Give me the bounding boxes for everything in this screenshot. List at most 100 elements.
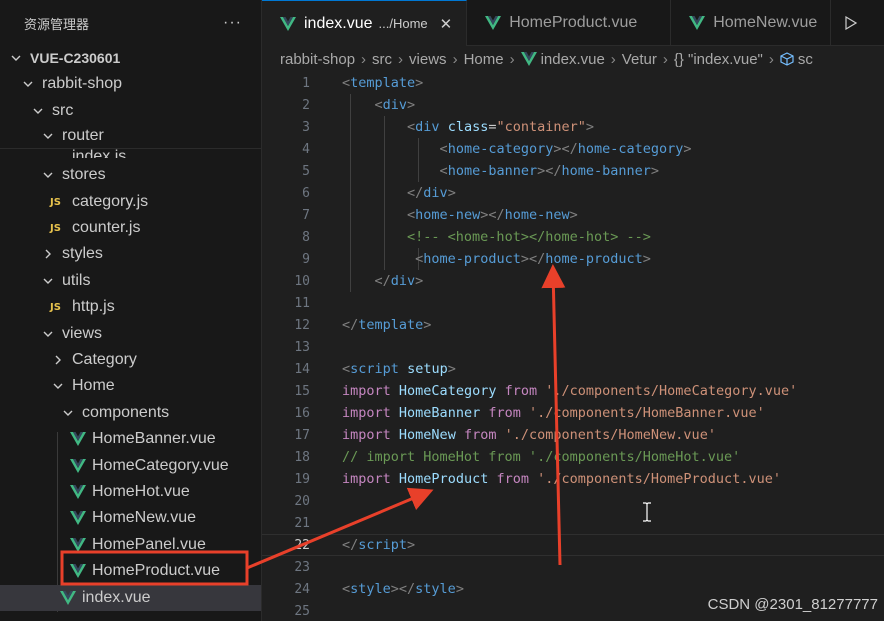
chevron-down-icon: [40, 326, 56, 342]
tree-item-folder[interactable]: components: [0, 400, 261, 426]
breadcrumb-item[interactable]: Vetur: [622, 51, 657, 68]
line-number: 10: [294, 273, 310, 289]
code-line: 7 <home-new></home-new>: [262, 204, 884, 226]
breadcrumb-item[interactable]: sc: [798, 51, 813, 68]
code-line: 16 import HomeBanner from './components/H…: [262, 402, 884, 424]
code-line: 23: [262, 556, 884, 578]
breadcrumb-item[interactable]: {} "index.vue": [674, 51, 763, 68]
code-line: 10 </div>: [262, 270, 884, 292]
breadcrumb: rabbit-shop › src › views › Home › index…: [262, 46, 884, 72]
line-number: 13: [294, 339, 310, 355]
editor-tabs: index.vue .../Home ✕ HomeProduct.vue Hom…: [262, 0, 884, 46]
tree-item-label: category.js: [72, 193, 149, 210]
tree-item-file[interactable]: HomeNew.vue: [0, 505, 261, 531]
tree-item-folder[interactable]: views: [0, 321, 261, 347]
code-line: 13: [262, 336, 884, 358]
code-line: 20: [262, 490, 884, 512]
tree-item-label: HomeProduct.vue: [92, 562, 221, 579]
tree-item-folder[interactable]: src: [0, 98, 261, 124]
tree-item-label: src: [52, 102, 74, 119]
code-line: 5 <home-banner></home-banner>: [262, 160, 884, 182]
run-icon[interactable]: [831, 0, 871, 46]
breadcrumb-item[interactable]: rabbit-shop: [280, 51, 355, 68]
code-line: 11: [262, 292, 884, 314]
line-number: 17: [294, 427, 310, 443]
chevron-down-icon: [40, 273, 56, 289]
breadcrumb-item[interactable]: Home: [464, 51, 504, 68]
code-text: import HomeNew from './components/HomeNe…: [342, 427, 716, 443]
tree-item-folder[interactable]: rabbit-shop: [0, 71, 261, 97]
code-text: // import HomeHot from './components/Hom…: [342, 449, 741, 465]
code-text: <home-category></home-category>: [439, 141, 692, 157]
chevron-right-icon: [50, 352, 66, 368]
code-text: <script setup>: [342, 361, 456, 377]
line-number: 7: [302, 207, 310, 223]
line-number: 2: [302, 97, 310, 113]
code-text: <div>: [374, 97, 416, 113]
tree-item-file[interactable]: index.js: [0, 149, 261, 158]
tab-index-vue[interactable]: index.vue .../Home ✕: [262, 0, 468, 46]
vue-file-icon: [520, 52, 537, 66]
tree-item-root[interactable]: VUE-C230601: [0, 45, 261, 71]
line-number: 14: [294, 361, 310, 377]
tree-item-file[interactable]: JS http.js: [0, 294, 261, 320]
code-line: 1 <template>: [262, 72, 884, 94]
tab-homenew-vue[interactable]: HomeNew.vue: [671, 0, 832, 46]
code-line: 4 <home-category></home-category>: [262, 138, 884, 160]
tree-item-file[interactable]: HomePanel.vue: [0, 532, 261, 558]
tree-item-label: index.vue: [82, 589, 151, 606]
code-text: </script>: [342, 537, 416, 553]
tab-homeproduct-vue[interactable]: HomeProduct.vue: [467, 0, 672, 46]
tab-label: index.vue: [304, 14, 373, 32]
code-text: <style></style>: [342, 581, 464, 597]
tree-item-folder[interactable]: stores: [0, 162, 261, 188]
line-number: 21: [294, 515, 310, 531]
line-number: 9: [302, 251, 310, 267]
tree-item-folder[interactable]: utils: [0, 268, 261, 294]
chevron-right-icon: ›: [509, 50, 515, 68]
code-editor[interactable]: 1 <template> 2 <div> 3 <div class="contai…: [262, 72, 884, 621]
tree-item-file[interactable]: JS counter.js: [0, 215, 261, 241]
chevron-down-icon: [8, 50, 24, 66]
more-actions-button[interactable]: ···: [223, 14, 242, 32]
tree-item-file-homeproduct[interactable]: HomeProduct.vue: [0, 558, 261, 584]
tab-label: HomeNew.vue: [713, 14, 818, 31]
tree-item-file[interactable]: HomeBanner.vue: [0, 426, 261, 452]
line-number: 1: [302, 75, 310, 91]
code-text: <home-banner></home-banner>: [439, 163, 660, 179]
tree-item-folder[interactable]: styles: [0, 241, 261, 267]
tree-item-label: Category: [72, 351, 137, 368]
code-line: 19 import HomeProduct from './components/…: [262, 468, 884, 490]
line-number: 23: [294, 559, 310, 575]
close-icon[interactable]: ✕: [440, 15, 453, 33]
code-line: 15 import HomeCategory from './components…: [262, 380, 884, 402]
tree-item-folder[interactable]: Category: [0, 347, 261, 373]
tree-item-folder[interactable]: router: [0, 124, 261, 148]
chevron-down-icon: [40, 167, 56, 183]
chevron-right-icon: ›: [768, 50, 774, 68]
vue-file-icon: [70, 432, 86, 446]
tree-item-label: Home: [72, 377, 115, 394]
tree-item-label: views: [62, 325, 103, 342]
code-line: 12 </template>: [262, 314, 884, 336]
code-line: 8 <!-- <home-hot></home-hot> -->: [262, 226, 884, 248]
tree-item-file[interactable]: HomeHot.vue: [0, 479, 261, 505]
breadcrumb-item[interactable]: src: [372, 51, 392, 68]
breadcrumb-item[interactable]: views: [409, 51, 447, 68]
vue-file-icon: [280, 16, 296, 31]
breadcrumb-item[interactable]: index.vue: [541, 51, 605, 68]
tree-item-file[interactable]: JS category.js: [0, 189, 261, 215]
tree-item-label: VUE-C230601: [30, 50, 121, 66]
line-number: 8: [302, 229, 310, 245]
tree-item-label: rabbit-shop: [42, 75, 123, 92]
code-text: <div class="container">: [407, 119, 595, 135]
tree-item-label: stores: [62, 166, 106, 183]
tree-item-file-selected[interactable]: index.vue: [0, 585, 261, 611]
tree-item-label: components: [82, 404, 170, 421]
tab-description: .../Home: [378, 16, 428, 31]
tree-item-folder[interactable]: Home: [0, 373, 261, 399]
tree-item-file[interactable]: HomeCategory.vue: [0, 453, 261, 479]
code-text: import HomeBanner from './components/Hom…: [342, 405, 765, 421]
line-number: 19: [294, 471, 310, 487]
chevron-right-icon: [40, 246, 56, 262]
